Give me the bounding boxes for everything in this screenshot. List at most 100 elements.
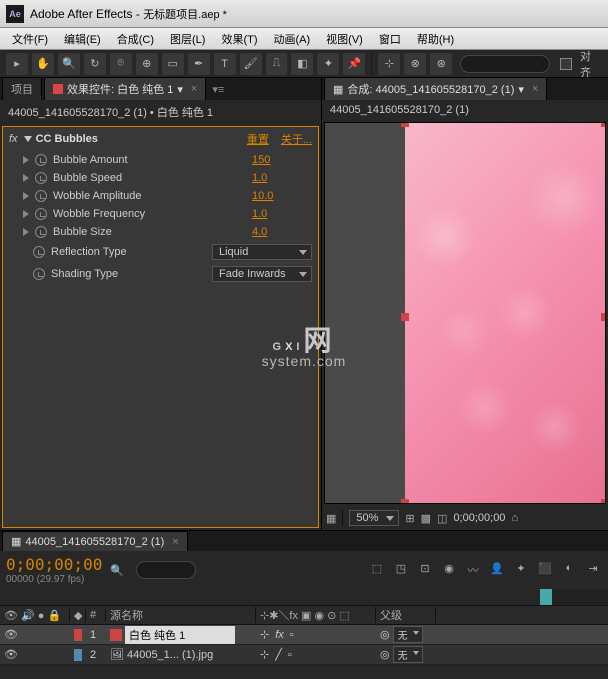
grid-icon[interactable]: ▦ <box>326 512 336 525</box>
about-link[interactable]: 关于... <box>281 131 312 147</box>
expand-icon[interactable] <box>23 210 29 218</box>
layer-row-2[interactable]: 👁 2 🖼44005_1... (1).jpg ⊹╱▫ ◎无 <box>0 645 608 665</box>
shading-type-dropdown[interactable]: Fade Inwards <box>212 266 312 282</box>
stopwatch-icon[interactable] <box>35 226 47 238</box>
pickwhip-icon[interactable]: ◎ <box>380 648 390 661</box>
menu-view[interactable]: 视图(V) <box>318 29 371 49</box>
menu-edit[interactable]: 编辑(E) <box>56 29 109 49</box>
playhead-icon[interactable] <box>540 589 552 605</box>
bubble-speed-value[interactable]: 1.0 <box>252 172 312 184</box>
brush-tool-icon[interactable]: 🖌 <box>240 53 262 75</box>
reset-link[interactable]: 重置 <box>247 131 269 147</box>
menu-window[interactable]: 窗口 <box>371 29 409 49</box>
tab-composition[interactable]: ▦ 合成: 44005_141605528170_2 (1) ▾ × <box>324 77 547 100</box>
timeline-search[interactable] <box>136 561 196 579</box>
menu-effect[interactable]: 效果(T) <box>213 29 265 49</box>
resolution-icon[interactable]: ⊞ <box>405 512 414 525</box>
dropdown-arrow-icon[interactable]: ▾ <box>177 83 183 96</box>
stopwatch-icon[interactable] <box>35 154 47 166</box>
frame-blend-icon[interactable]: ⊡ <box>416 562 434 578</box>
menu-help[interactable]: 帮助(H) <box>409 29 462 49</box>
col-source-name[interactable]: 源名称 <box>106 607 256 623</box>
pan-behind-tool-icon[interactable]: ⊕ <box>136 53 158 75</box>
camera-tool-icon[interactable]: ⌾ <box>110 53 132 75</box>
roto-tool-icon[interactable]: ✦ <box>317 53 339 75</box>
viewer-timecode[interactable]: 0;00;00;00 <box>453 512 505 524</box>
render-icon[interactable]: ⬛ <box>536 562 554 578</box>
snap-checkbox[interactable] <box>560 58 572 70</box>
expand-icon[interactable] <box>23 228 29 236</box>
tab-project[interactable]: 项目 <box>2 77 42 100</box>
stopwatch-icon[interactable] <box>33 268 45 280</box>
graph-editor-icon[interactable]: 〰 <box>464 562 482 578</box>
expand-icon[interactable] <box>23 192 29 200</box>
switch-icon[interactable]: ▫ <box>288 649 292 661</box>
shape-tool-icon[interactable]: ▭ <box>162 53 184 75</box>
text-tool-icon[interactable]: T <box>214 53 236 75</box>
shy-icon[interactable]: 👤 <box>488 562 506 578</box>
adjustment-icon[interactable]: ◐ <box>560 562 578 578</box>
layer-row-1[interactable]: 👁 1 白色 纯色 1 ⊹fx▫ ◎无 <box>0 625 608 645</box>
tab-effect-controls[interactable]: 效果控件: 白色 纯色 1 ▾ × <box>44 77 206 100</box>
camera-icon[interactable]: ⌂ <box>511 512 518 524</box>
stopwatch-icon[interactable] <box>35 190 47 202</box>
col-label[interactable]: ◆ <box>70 609 86 622</box>
fx-icon[interactable]: fx <box>9 133 18 145</box>
rotate-tool-icon[interactable]: ↻ <box>84 53 106 75</box>
bubble-size-value[interactable]: 4.0 <box>252 226 312 238</box>
col-parent[interactable]: 父级 <box>376 607 436 623</box>
switch-icon[interactable]: ▫ <box>290 629 294 641</box>
close-tab-icon[interactable]: × <box>532 83 538 95</box>
timeline-tab[interactable]: ▦ 44005_141605528170_2 (1) × <box>2 531 188 551</box>
label-color-icon[interactable] <box>74 649 82 661</box>
draft3d-icon[interactable]: ◳ <box>392 562 410 578</box>
pickwhip-icon[interactable]: ◎ <box>380 628 390 641</box>
pen-tool-icon[interactable]: ✒ <box>188 53 210 75</box>
motion-blur-icon[interactable]: ◉ <box>440 562 458 578</box>
layer-name[interactable]: 44005_1... (1).jpg <box>127 649 213 661</box>
switch-icon[interactable]: ⊹ <box>260 648 269 661</box>
brainstorm-icon[interactable]: ✦ <box>512 562 530 578</box>
stopwatch-icon[interactable] <box>35 208 47 220</box>
handle-icon[interactable] <box>401 499 409 504</box>
menu-comp[interactable]: 合成(C) <box>109 29 162 49</box>
menu-anim[interactable]: 动画(A) <box>266 29 319 49</box>
handle-icon[interactable] <box>601 499 606 504</box>
menu-layer[interactable]: 图层(L) <box>162 29 213 49</box>
label-color-icon[interactable] <box>74 629 82 641</box>
eraser-tool-icon[interactable]: ◧ <box>291 53 313 75</box>
stopwatch-icon[interactable] <box>33 246 45 258</box>
expand-icon[interactable] <box>23 156 29 164</box>
visibility-icon[interactable]: 👁 <box>4 628 18 641</box>
zoom-tool-icon[interactable]: 🔍 <box>58 53 80 75</box>
local-axis-icon[interactable]: ⊹ <box>378 53 400 75</box>
comp-mini-flow-icon[interactable]: ⬚ <box>368 562 386 578</box>
effect-name[interactable]: CC Bubbles <box>36 133 247 145</box>
expand-cols-icon[interactable]: ⇥ <box>584 562 602 578</box>
time-ruler[interactable] <box>540 589 608 605</box>
visibility-icon[interactable]: 👁 <box>4 648 18 661</box>
wobble-amplitude-value[interactable]: 10.0 <box>252 190 312 202</box>
handle-icon[interactable] <box>401 122 409 127</box>
panel-menu-icon[interactable]: ▾≡ <box>208 79 228 100</box>
col-number[interactable]: # <box>86 609 106 621</box>
selection-tool-icon[interactable]: ▸ <box>6 53 28 75</box>
toolbar-search[interactable] <box>460 55 550 73</box>
puppet-tool-icon[interactable]: 📌 <box>343 53 365 75</box>
dropdown-arrow-icon[interactable]: ▾ <box>518 83 524 96</box>
view-axis-icon[interactable]: ⊛ <box>430 53 452 75</box>
clone-tool-icon[interactable]: ⎍ <box>266 53 288 75</box>
effect-collapse-icon[interactable] <box>24 136 32 142</box>
footage-preview[interactable] <box>405 123 605 503</box>
world-axis-icon[interactable]: ⊗ <box>404 53 426 75</box>
hand-tool-icon[interactable]: ✋ <box>32 53 54 75</box>
close-tab-icon[interactable]: × <box>191 83 197 95</box>
handle-icon[interactable] <box>601 313 606 321</box>
menu-file[interactable]: 文件(F) <box>4 29 56 49</box>
stopwatch-icon[interactable] <box>35 172 47 184</box>
layer-name[interactable]: 白色 纯色 1 <box>125 626 235 644</box>
wobble-frequency-value[interactable]: 1.0 <box>252 208 312 220</box>
close-tab-icon[interactable]: × <box>172 536 178 548</box>
fx-switch-icon[interactable]: fx <box>275 629 284 641</box>
zoom-dropdown[interactable]: 50% <box>349 510 399 526</box>
